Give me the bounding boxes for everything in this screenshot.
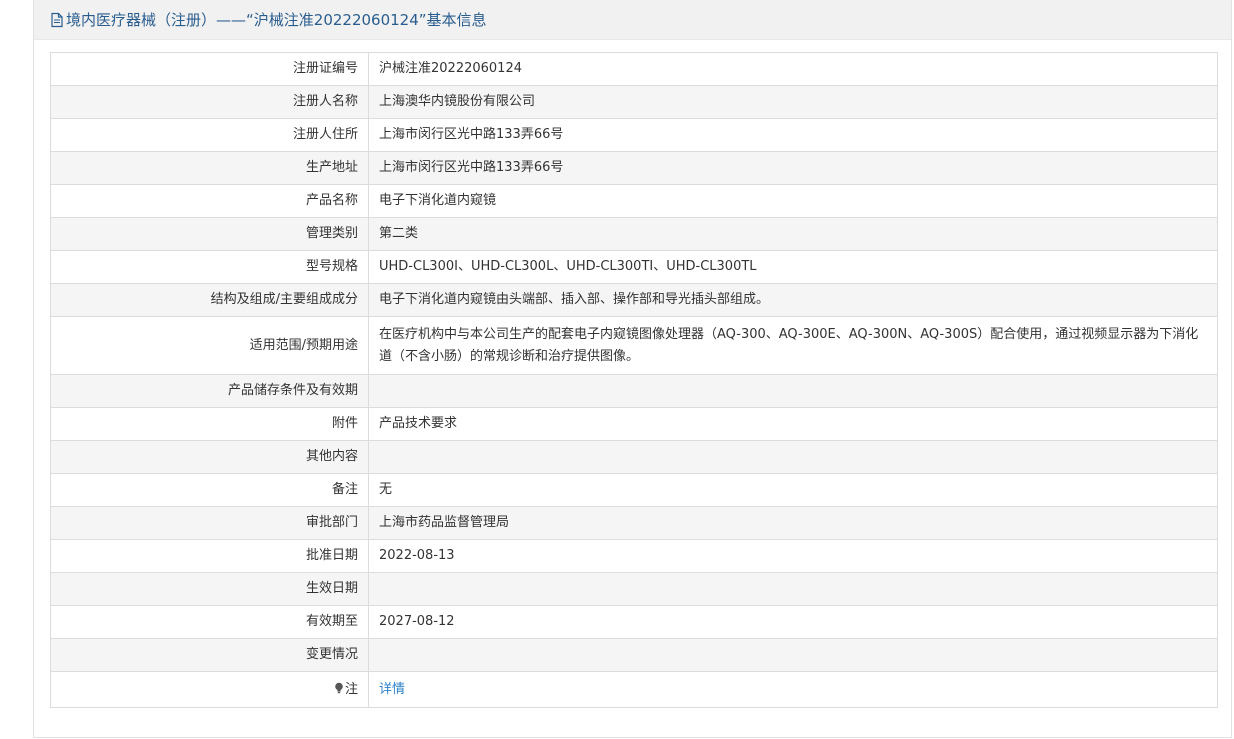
table-row: 注册证编号 沪械注准20222060124 — [50, 52, 1218, 86]
row-label: 审批部门 — [50, 506, 369, 540]
table-row: 批准日期 2022-08-13 — [50, 539, 1218, 573]
row-value: 电子下消化道内窥镜 — [368, 184, 1218, 218]
row-value: 产品技术要求 — [368, 407, 1218, 441]
table-row: 注册人住所 上海市闵行区光中路133弄66号 — [50, 118, 1218, 152]
row-value: 沪械注准20222060124 — [368, 52, 1218, 86]
table-row: 其他内容 — [50, 440, 1218, 474]
row-value: 上海澳华内镜股份有限公司 — [368, 85, 1218, 119]
row-value: 上海市闵行区光中路133弄66号 — [368, 118, 1218, 152]
row-label: 产品储存条件及有效期 — [50, 374, 369, 408]
table-row: 产品名称 电子下消化道内窥镜 — [50, 184, 1218, 218]
row-value — [368, 374, 1218, 408]
table-row: 管理类别 第二类 — [50, 217, 1218, 251]
table-row: 结构及组成/主要组成成分 电子下消化道内窥镜由头端部、插入部、操作部和导光插头部… — [50, 283, 1218, 317]
row-label: 变更情况 — [50, 638, 369, 672]
table-row: 附件 产品技术要求 — [50, 407, 1218, 441]
row-label: 产品名称 — [50, 184, 369, 218]
row-value: 上海市闵行区光中路133弄66号 — [368, 151, 1218, 185]
table-row: 生效日期 — [50, 572, 1218, 606]
row-label: 生效日期 — [50, 572, 369, 606]
lightbulb-icon — [334, 682, 344, 694]
row-label: 备注 — [50, 473, 369, 507]
row-label: 其他内容 — [50, 440, 369, 474]
note-value-cell: 详情 — [368, 671, 1218, 708]
table-row: 变更情况 — [50, 638, 1218, 672]
panel-header: 境内医疗器械（注册）——“沪械注准20222060124”基本信息 — [34, 0, 1231, 40]
row-label: 注册证编号 — [50, 52, 369, 86]
table-row: 注册人名称 上海澳华内镜股份有限公司 — [50, 85, 1218, 119]
table-row: 产品储存条件及有效期 — [50, 374, 1218, 408]
row-label: 有效期至 — [50, 605, 369, 639]
note-label: 注 — [344, 681, 358, 697]
table-row: 审批部门 上海市药品监督管理局 — [50, 506, 1218, 540]
row-label: 生产地址 — [50, 151, 369, 185]
table-row: 适用范围/预期用途 在医疗机构中与本公司生产的配套电子内窥镜图像处理器（AQ-3… — [50, 316, 1218, 375]
document-icon — [50, 12, 64, 28]
row-value: UHD-CL300I、UHD-CL300L、UHD-CL300TI、UHD-CL… — [368, 250, 1218, 284]
row-value — [368, 638, 1218, 672]
row-label: 注册人名称 — [50, 85, 369, 119]
table-row: 备注 无 — [50, 473, 1218, 507]
row-value — [368, 440, 1218, 474]
row-value: 上海市药品监督管理局 — [368, 506, 1218, 540]
row-label: 批准日期 — [50, 539, 369, 573]
table-row: 生产地址 上海市闵行区光中路133弄66号 — [50, 151, 1218, 185]
row-value — [368, 572, 1218, 606]
row-value: 第二类 — [368, 217, 1218, 251]
row-label: 型号规格 — [50, 250, 369, 284]
table-row: 有效期至 2027-08-12 — [50, 605, 1218, 639]
row-value: 无 — [368, 473, 1218, 507]
note-row: 注 详情 — [50, 671, 1218, 708]
row-value: 在医疗机构中与本公司生产的配套电子内窥镜图像处理器（AQ-300、AQ-300E… — [368, 316, 1218, 375]
row-label: 附件 — [50, 407, 369, 441]
info-table: 注册证编号 沪械注准20222060124 注册人名称 上海澳华内镜股份有限公司… — [50, 52, 1218, 708]
row-label: 结构及组成/主要组成成分 — [50, 283, 369, 317]
row-label: 适用范围/预期用途 — [50, 316, 369, 375]
table-row: 型号规格 UHD-CL300I、UHD-CL300L、UHD-CL300TI、U… — [50, 250, 1218, 284]
note-label-cell: 注 — [50, 671, 369, 708]
page-title: 境内医疗器械（注册）——“沪械注准20222060124”基本信息 — [66, 11, 487, 29]
row-label: 管理类别 — [50, 217, 369, 251]
details-link[interactable]: 详情 — [379, 682, 405, 697]
info-panel: 境内医疗器械（注册）——“沪械注准20222060124”基本信息 注册证编号 … — [33, 0, 1232, 738]
row-value: 2027-08-12 — [368, 605, 1218, 639]
row-value: 2022-08-13 — [368, 539, 1218, 573]
row-label: 注册人住所 — [50, 118, 369, 152]
row-value: 电子下消化道内窥镜由头端部、插入部、操作部和导光插头部组成。 — [368, 283, 1218, 317]
